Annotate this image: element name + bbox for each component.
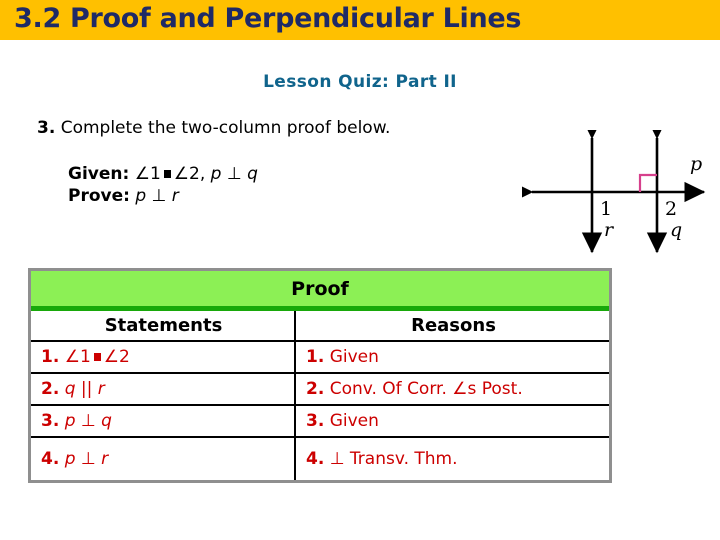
reason-text-3: Given: [329, 411, 379, 431]
given-line-q: q: [247, 164, 258, 184]
reason-cell-2: 2. Conv. Of Corr. ∠s Post.: [295, 373, 609, 406]
page-title: 3.2 Proof and Perpendicular Lines: [14, 3, 522, 34]
column-header-statements: Statements: [31, 311, 296, 342]
figure-svg: p q r 1 2: [522, 130, 706, 254]
statement-2-line-q: q: [64, 379, 76, 399]
figure-label-q: q: [670, 219, 682, 241]
statement-number-1: 1.: [41, 347, 60, 367]
column-header-reasons: Reasons: [295, 311, 609, 342]
given-prove-block: Given: ∠1 ∠2, p ⊥ q Prove: p ⊥ r: [68, 163, 258, 207]
statement-cell-4: 4. p ⊥ r: [31, 437, 296, 480]
perpendicular-symbol-icon: ⊥: [80, 449, 96, 469]
geometry-figure: p q r 1 2: [522, 130, 714, 260]
reason-text-1: Given: [329, 347, 379, 367]
given-separator: ,: [199, 164, 211, 184]
table-row: 2. q || r 2. Conv. Of Corr. ∠s Post.: [31, 373, 609, 406]
table-row: 1. ∠1 ∠2 1. Given: [31, 341, 609, 374]
reason-number-4: 4.: [306, 449, 325, 469]
question-3: 3. Complete the two-column proof below.: [37, 118, 390, 138]
given-perp-icon: ⊥: [226, 164, 242, 184]
congruence-symbol-icon: [163, 170, 171, 178]
statement-cell-1: 1. ∠1 ∠2: [31, 341, 296, 374]
figure-label-angle-1: 1: [600, 198, 612, 220]
given-line-p: p: [210, 164, 222, 184]
lesson-quiz-heading: Lesson Quiz: Part II: [263, 72, 457, 92]
prove-line-r: r: [171, 186, 179, 206]
statement-number-4: 4.: [41, 449, 60, 469]
statement-4-line-p: p: [64, 449, 76, 469]
statement-number-2: 2.: [41, 379, 60, 399]
question-text: Complete the two-column proof below.: [60, 118, 391, 138]
reason-perpendicular-icon: ⊥: [329, 449, 345, 469]
reason-text-2: Conv. Of Corr. ∠s Post.: [329, 379, 523, 399]
table-row: 4. p ⊥ r 4. ⊥ Transv. Thm.: [31, 437, 609, 480]
prove-label: Prove:: [68, 186, 130, 206]
statement-cell-2: 2. q || r: [31, 373, 296, 406]
proof-column-header-row: Statements Reasons: [31, 311, 609, 342]
statement-cell-3: 3. p ⊥ q: [31, 405, 296, 438]
proof-table: Proof Statements Reasons 1. ∠1 ∠2 1. Give…: [28, 268, 612, 483]
statement-3-line-p: p: [64, 411, 76, 431]
parallel-symbol-icon: ||: [80, 379, 93, 399]
prove-line: Prove: p ⊥ r: [68, 185, 258, 207]
statement-4-line-r: r: [101, 449, 109, 469]
given-line: Given: ∠1 ∠2, p ⊥ q: [68, 163, 258, 185]
statement-1-angle-1: ∠1: [64, 347, 91, 367]
statement-2-line-r: r: [97, 379, 105, 399]
statement-number-3: 3.: [41, 411, 60, 431]
table-row: 3. p ⊥ q 3. Given: [31, 405, 609, 438]
figure-label-angle-2: 2: [665, 198, 677, 220]
given-label: Given:: [68, 164, 130, 184]
congruence-symbol-icon: [93, 353, 101, 361]
prove-perp-icon: ⊥: [151, 186, 167, 206]
given-angle-2: ∠2: [173, 164, 200, 184]
reason-cell-1: 1. Given: [295, 341, 609, 374]
statement-3-line-q: q: [101, 411, 112, 431]
reason-number-2: 2.: [306, 379, 325, 399]
proof-grid: Statements Reasons 1. ∠1 ∠2 1. Given 2. q…: [31, 311, 609, 480]
reason-text-4: Transv. Thm.: [349, 449, 458, 469]
figure-label-p: p: [690, 153, 702, 175]
question-number: 3.: [37, 118, 56, 138]
perpendicular-symbol-icon: ⊥: [80, 411, 96, 431]
reason-cell-4: 4. ⊥ Transv. Thm.: [295, 437, 609, 480]
proof-table-header: Proof: [31, 271, 609, 311]
reason-number-3: 3.: [306, 411, 325, 431]
figure-label-r: r: [604, 219, 615, 241]
statement-1-angle-2: ∠2: [103, 347, 130, 367]
reason-number-1: 1.: [306, 347, 325, 367]
reason-cell-3: 3. Given: [295, 405, 609, 438]
prove-line-p: p: [135, 186, 147, 206]
right-angle-marker-icon: [638, 173, 657, 192]
title-bar: 3.2 Proof and Perpendicular Lines: [0, 0, 720, 40]
given-angle-1: ∠1: [134, 164, 161, 184]
